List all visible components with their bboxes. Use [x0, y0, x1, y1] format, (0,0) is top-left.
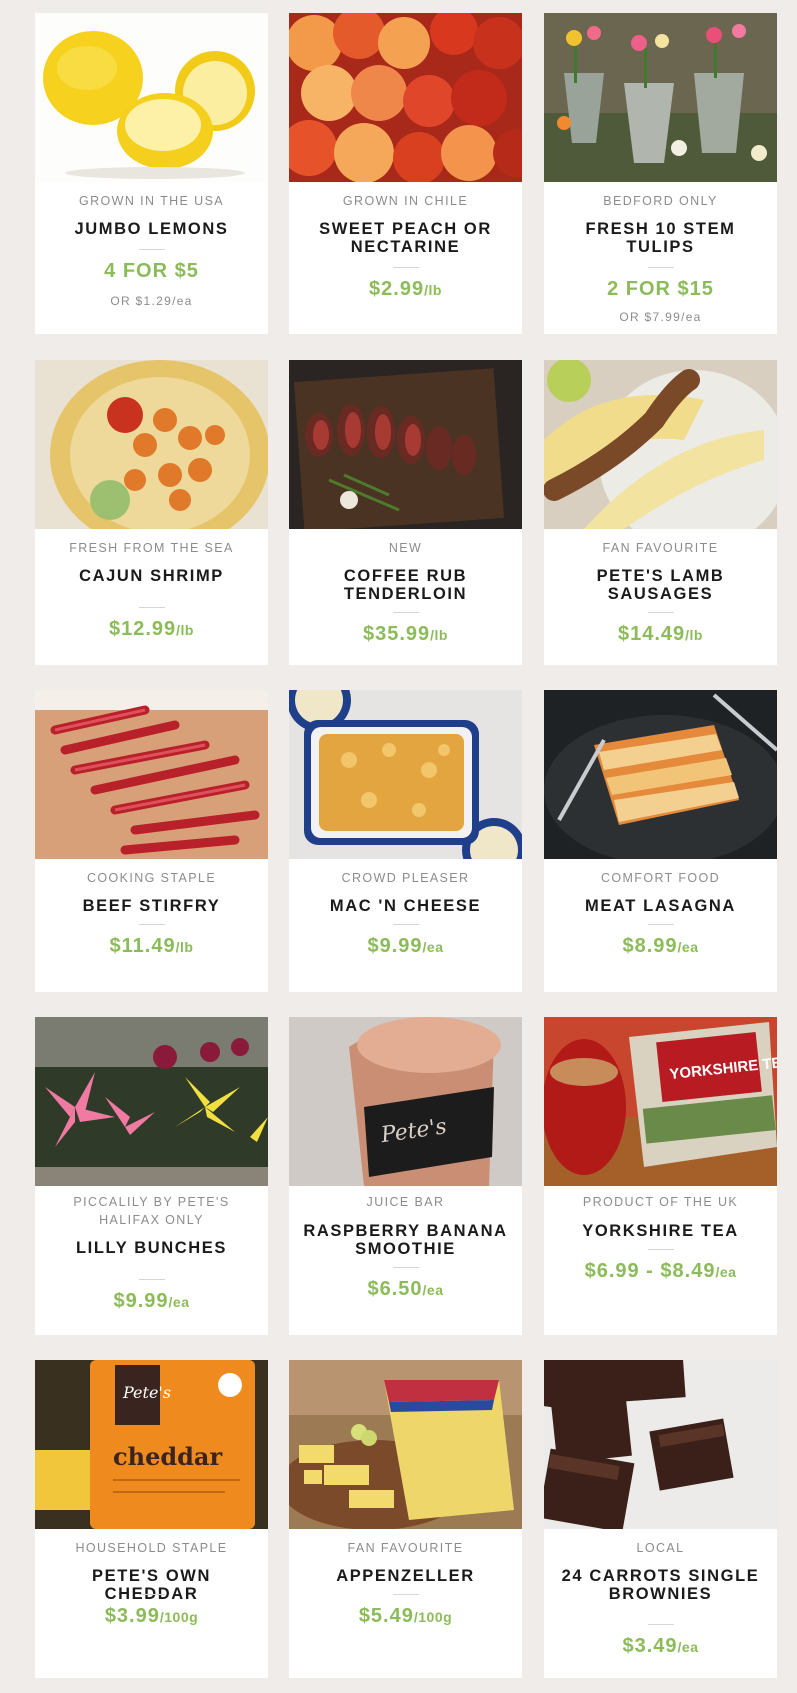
product-origin: JUICE BAR: [366, 1195, 445, 1209]
mac-cheese-photo[interactable]: [289, 690, 522, 859]
lemons-photo[interactable]: [35, 13, 268, 182]
product-card-lilly-bunches[interactable]: PICCALILY BY PETE'S HALIFAX ONLY LILLY B…: [35, 1017, 268, 1335]
divider: [647, 1624, 674, 1625]
product-origin: COOKING STAPLE: [86, 871, 217, 885]
product-origin: FAN FAVOURITE: [602, 541, 719, 555]
product-card-tenderloin[interactable]: NEW COFFEE RUB TENDERLOIN $35.99/lb: [289, 360, 522, 665]
peaches-photo[interactable]: [289, 13, 522, 182]
product-origin: PRODUCT OF THE UK: [582, 1195, 739, 1209]
product-origin: GROWN IN THE USA: [78, 194, 225, 208]
tea-photo[interactable]: YORKSHIRE TEA: [544, 1017, 777, 1186]
product-name[interactable]: YORKSHIRE TEA: [556, 1222, 765, 1240]
product-origin: FAN FAVOURITE: [347, 1541, 464, 1555]
appenzeller-photo[interactable]: [289, 1360, 522, 1529]
product-origin: BEDFORD ONLY: [603, 194, 718, 208]
divider: [392, 1267, 419, 1268]
product-price: $35.99/lb: [362, 623, 448, 645]
product-origin: COMFORT FOOD: [600, 871, 721, 885]
product-origin: LOCAL: [636, 1541, 685, 1555]
product-origin: GROWN IN CHILE: [342, 194, 469, 208]
product-origin: CROWD PLEASER: [341, 871, 470, 885]
product-card-cajun-shrimp[interactable]: FRESH FROM THE SEA CAJUN SHRIMP $12.99/l…: [35, 360, 268, 665]
product-name[interactable]: MAC 'N CHEESE: [301, 897, 510, 915]
product-alt-price: OR $7.99/ea: [619, 310, 702, 324]
product-price: $12.99/lb: [108, 618, 194, 640]
divider: [647, 924, 674, 925]
product-name[interactable]: PETE'S OWN CHEDDAR: [47, 1567, 256, 1603]
divider: [138, 249, 165, 250]
product-card-jumbo-lemons[interactable]: GROWN IN THE USA JUMBO LEMONS 4 FOR $5 O…: [35, 13, 268, 334]
product-origin: FRESH FROM THE SEA: [69, 541, 234, 555]
product-price: $5.49/100g: [358, 1605, 453, 1627]
divider: [392, 612, 419, 613]
product-origin: HOUSEHOLD STAPLE: [75, 1541, 228, 1555]
product-price: 4 FOR $5: [104, 260, 199, 282]
product-card-brownies[interactable]: LOCAL 24 CARROTS SINGLE BROWNIES $3.49/e…: [544, 1360, 777, 1678]
product-name[interactable]: COFFEE RUB TENDERLOIN: [301, 567, 510, 603]
product-name[interactable]: APPENZELLER: [301, 1567, 510, 1585]
product-card-yorkshire-tea[interactable]: YORKSHIRE TEA PRODUCT OF THE UK YORKSHIR…: [544, 1017, 777, 1335]
product-card-appenzeller[interactable]: FAN FAVOURITE APPENZELLER $5.49/100g: [289, 1360, 522, 1678]
product-price: $3.99/100g: [104, 1605, 199, 1627]
product-name[interactable]: MEAT LASAGNA: [556, 897, 765, 915]
lilies-photo[interactable]: [35, 1017, 268, 1186]
divider: [138, 924, 165, 925]
tenderloin-photo[interactable]: [289, 360, 522, 529]
product-name[interactable]: SWEET PEACH OR NECTARINE: [301, 220, 510, 256]
product-origin: PICCALILY BY PETE'S HALIFAX ONLY: [73, 1195, 230, 1227]
product-card-petes-cheddar[interactable]: Pete's cheddar HOUSEHOLD STAPLE PETE'S O…: [35, 1360, 268, 1678]
product-card-meat-lasagna[interactable]: COMFORT FOOD MEAT LASAGNA $8.99/ea: [544, 690, 777, 992]
brownies-photo[interactable]: [544, 1360, 777, 1529]
product-name[interactable]: 24 CARROTS SINGLE BROWNIES: [556, 1567, 765, 1603]
lasagna-photo[interactable]: [544, 690, 777, 859]
product-price: 2 FOR $15: [607, 278, 714, 300]
svg-text:cheddar: cheddar: [113, 1442, 222, 1471]
product-card-tulips[interactable]: BEDFORD ONLY FRESH 10 STEM TULIPS 2 FOR …: [544, 13, 777, 334]
divider: [647, 612, 674, 613]
divider: [392, 924, 419, 925]
product-price: $9.99/ea: [113, 1290, 190, 1312]
product-price: $6.99 - $8.49/ea: [584, 1260, 737, 1282]
divider: [138, 607, 165, 608]
divider: [392, 1594, 419, 1595]
product-price: $8.99/ea: [622, 935, 699, 957]
product-name[interactable]: RASPBERRY BANANA SMOOTHIE: [301, 1222, 510, 1258]
product-price: $14.49/lb: [617, 623, 703, 645]
divider: [647, 267, 674, 268]
product-card-lamb-sausages[interactable]: FAN FAVOURITE PETE'S LAMB SAUSAGES $14.4…: [544, 360, 777, 665]
shrimp-photo[interactable]: [35, 360, 268, 529]
product-card-smoothie[interactable]: Pete's JUICE BAR RASPBERRY BANANA SMOOTH…: [289, 1017, 522, 1335]
divider: [138, 1279, 165, 1280]
tulips-photo[interactable]: [544, 13, 777, 182]
product-price: $3.49/ea: [622, 1635, 699, 1657]
svg-text:Pete's: Pete's: [122, 1383, 171, 1402]
product-price: $6.50/ea: [367, 1278, 444, 1300]
sausages-photo[interactable]: [544, 360, 777, 529]
divider: [647, 1249, 674, 1250]
smoothie-photo[interactable]: Pete's: [289, 1017, 522, 1186]
product-name[interactable]: JUMBO LEMONS: [47, 220, 256, 238]
product-card-mac-n-cheese[interactable]: CROWD PLEASER MAC 'N CHEESE $9.99/ea: [289, 690, 522, 992]
product-card-sweet-peach[interactable]: GROWN IN CHILE SWEET PEACH OR NECTARINE …: [289, 13, 522, 334]
product-card-beef-stirfry[interactable]: COOKING STAPLE BEEF STIRFRY $11.49/lb: [35, 690, 268, 992]
product-price: $9.99/ea: [367, 935, 444, 957]
divider: [138, 1594, 165, 1595]
product-price: $2.99/lb: [369, 278, 442, 300]
product-name[interactable]: FRESH 10 STEM TULIPS: [556, 220, 765, 256]
product-name[interactable]: CAJUN SHRIMP: [47, 567, 256, 585]
product-origin: NEW: [388, 541, 423, 555]
cheddar-photo[interactable]: Pete's cheddar: [35, 1360, 268, 1529]
product-name[interactable]: LILLY BUNCHES: [47, 1239, 256, 1257]
product-price: $11.49/lb: [109, 935, 194, 957]
stirfry-photo[interactable]: [35, 690, 268, 859]
divider: [392, 267, 419, 268]
product-name[interactable]: BEEF STIRFRY: [47, 897, 256, 915]
product-alt-price: OR $1.29/ea: [110, 294, 193, 308]
product-name[interactable]: PETE'S LAMB SAUSAGES: [556, 567, 765, 603]
